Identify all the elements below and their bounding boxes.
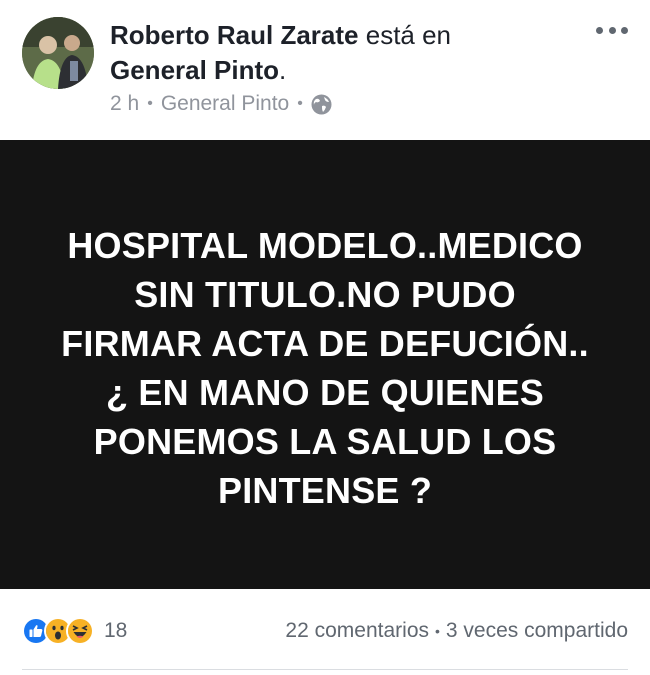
footer-divider — [22, 669, 628, 670]
meta-separator: • — [147, 95, 153, 112]
post-footer: 18 22 comentarios • 3 veces compartido — [0, 589, 650, 675]
author-name[interactable]: Roberto Raul Zarate — [110, 20, 359, 50]
comments-count[interactable]: 22 comentarios — [285, 619, 429, 643]
post-header: Roberto Raul Zarate está en General Pint… — [0, 0, 650, 140]
reaction-count: 18 — [104, 619, 128, 642]
post-time[interactable]: 2 h — [110, 92, 139, 116]
haha-icon — [66, 617, 94, 645]
shares-count[interactable]: 3 veces compartido — [446, 619, 628, 643]
post-meta: 2 h • General Pinto • — [110, 92, 332, 116]
checkin-text: está en — [365, 20, 452, 50]
place-name[interactable]: General Pinto — [110, 55, 279, 85]
globe-icon[interactable] — [311, 94, 332, 115]
more-options-icon[interactable] — [596, 20, 628, 40]
place-suffix: . — [279, 55, 287, 85]
post-location[interactable]: General Pinto — [161, 92, 289, 116]
text-card[interactable]: HOSPITAL MODELO..MEDICO SIN TITULO.NO PU… — [0, 140, 650, 589]
meta-separator: • — [297, 95, 303, 112]
reactions-summary[interactable]: 18 — [22, 617, 127, 645]
author-avatar[interactable] — [22, 17, 94, 89]
author-line: Roberto Raul Zarate está en General Pint… — [110, 18, 580, 88]
stats-separator: • — [435, 623, 440, 639]
card-text: HOSPITAL MODELO..MEDICO SIN TITULO.NO PU… — [61, 224, 589, 511]
facebook-post: Roberto Raul Zarate está en General Pint… — [0, 0, 650, 675]
engagement-stats: 22 comentarios • 3 veces compartido — [285, 619, 628, 643]
